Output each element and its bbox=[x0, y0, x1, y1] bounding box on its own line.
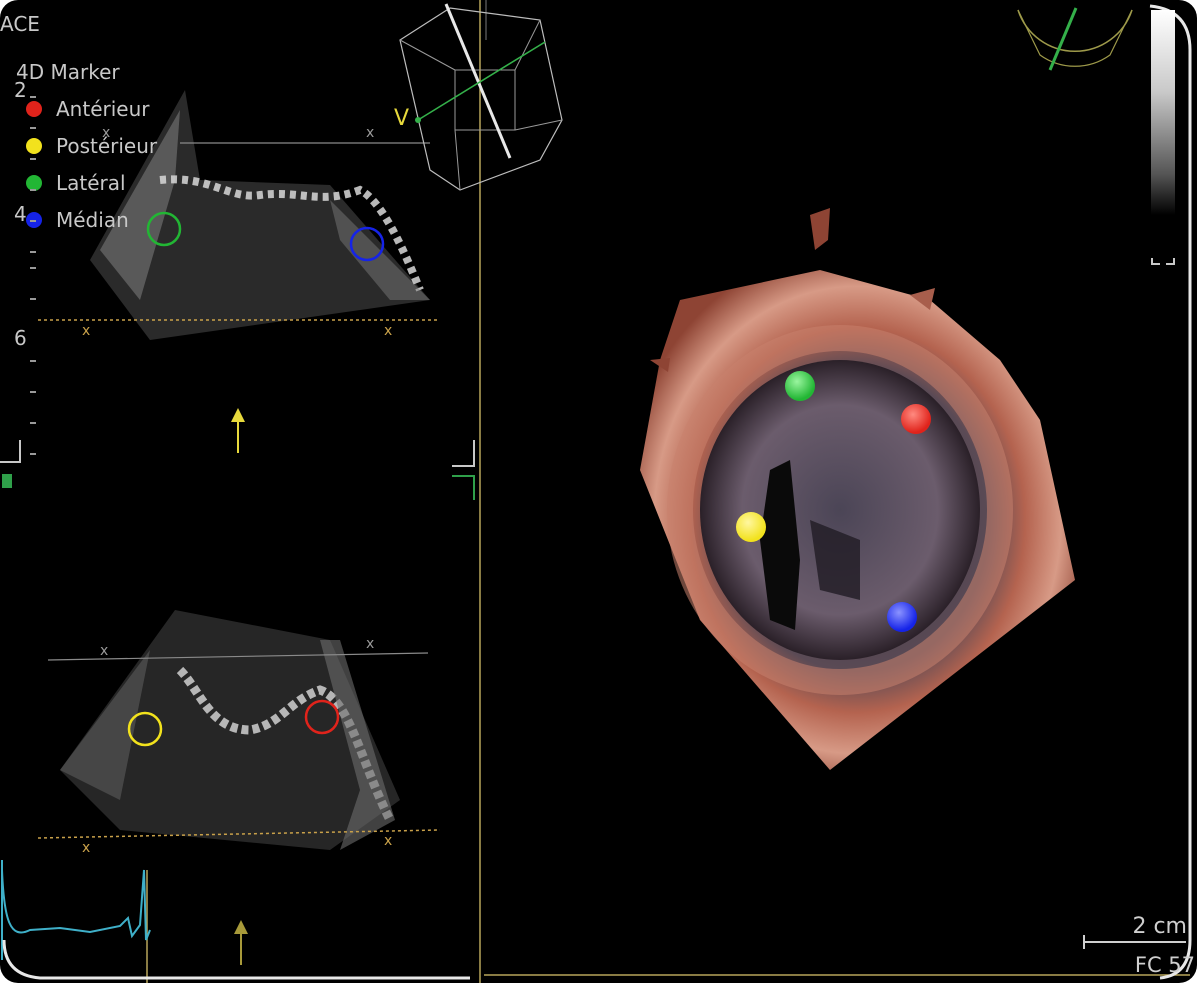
depth-label: 6 bbox=[14, 326, 27, 350]
legend-item-anterior[interactable]: Antérieur bbox=[26, 96, 150, 122]
green-indicator bbox=[2, 474, 12, 488]
up-arrow-icon bbox=[234, 920, 248, 965]
legend-item-posterior[interactable]: Postérieur bbox=[26, 133, 157, 159]
upper-2d-plane-image bbox=[90, 90, 430, 340]
x-marker: x bbox=[366, 636, 374, 652]
lateral-3d-marker[interactable] bbox=[785, 371, 815, 401]
legend-title: 4D Marker bbox=[16, 60, 120, 84]
sector-angle-indicator bbox=[1017, 7, 1133, 71]
x-marker: x bbox=[82, 323, 90, 339]
legend-label: Médian bbox=[56, 208, 129, 232]
crop-bracket bbox=[452, 440, 475, 467]
orientation-cube-icon[interactable] bbox=[399, 3, 563, 191]
depth-label: 4 bbox=[14, 202, 27, 226]
viewer-graphics: x x x x x x x x bbox=[0, 0, 1192, 983]
depth-tick bbox=[30, 422, 36, 424]
depth-tick bbox=[30, 158, 36, 160]
lower-2d-plane-image bbox=[60, 610, 400, 850]
depth-tick bbox=[30, 189, 36, 191]
yellow-dot-icon bbox=[26, 138, 42, 154]
scale-bar-label: 2 cm bbox=[1132, 914, 1187, 939]
depth-tick bbox=[30, 96, 36, 98]
ultrasound-4d-viewer: x x x x x x x x ACE 4D Marker Antérieur … bbox=[0, 0, 1197, 983]
legend-label: Postérieur bbox=[56, 134, 158, 158]
x-marker: x bbox=[82, 840, 90, 856]
legend-label: Latéral bbox=[56, 171, 126, 195]
x-marker: x bbox=[100, 643, 108, 659]
depth-tick bbox=[30, 220, 36, 222]
mode-label: ACE bbox=[0, 12, 40, 36]
posterior-3d-marker[interactable] bbox=[736, 512, 766, 542]
x-marker: x bbox=[384, 833, 392, 849]
crop-bracket bbox=[452, 475, 475, 500]
anterior-3d-marker[interactable] bbox=[901, 404, 931, 434]
x-marker: x bbox=[366, 125, 374, 141]
legend-item-median[interactable]: Médian bbox=[26, 207, 129, 233]
depth-tick bbox=[30, 391, 36, 393]
crop-bracket bbox=[0, 440, 21, 463]
crop-bracket bbox=[1151, 258, 1160, 265]
orientation-label: V bbox=[394, 106, 410, 131]
crop-bracket bbox=[1166, 258, 1175, 265]
depth-tick bbox=[30, 251, 36, 253]
depth-tick bbox=[30, 127, 36, 129]
depth-tick bbox=[30, 453, 36, 455]
frame-rate-label: FC 57 bbox=[1134, 953, 1195, 977]
legend-item-lateral[interactable]: Latéral bbox=[26, 170, 126, 196]
depth-label: 2 bbox=[14, 78, 27, 102]
frame-edge bbox=[2, 939, 470, 980]
ecg-trace bbox=[1, 860, 151, 983]
median-3d-marker[interactable] bbox=[887, 602, 917, 632]
depth-tick bbox=[30, 267, 36, 269]
grayscale-bar bbox=[1151, 10, 1175, 215]
3d-valve-rendering bbox=[640, 208, 1075, 770]
depth-tick bbox=[30, 360, 36, 362]
x-marker: x bbox=[384, 323, 392, 339]
up-arrow-icon bbox=[231, 408, 245, 453]
depth-tick bbox=[30, 298, 36, 300]
legend-label: Antérieur bbox=[56, 97, 150, 121]
red-dot-icon bbox=[26, 101, 42, 117]
